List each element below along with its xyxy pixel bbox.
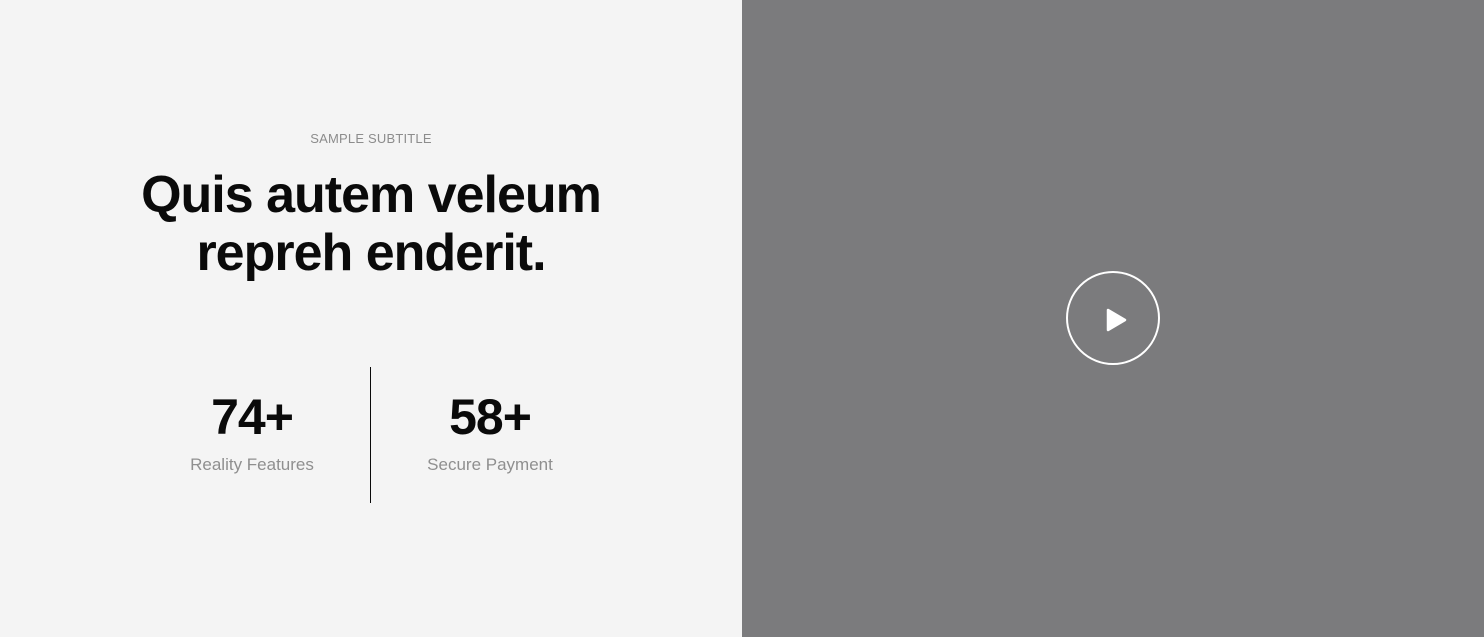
heading-line-2: repreh enderit. [196,224,546,282]
intro-section: SAMPLE SUBTITLE Quis autem veleum repreh… [0,0,742,637]
stat-value: 58+ [449,389,532,445]
heading-line-1: Quis autem veleum [141,166,602,224]
section-subtitle: SAMPLE SUBTITLE [310,131,432,146]
stat-reality-features: 74+ Reality Features [132,389,372,475]
stat-secure-payment: 58+ Secure Payment [370,389,610,475]
stat-value: 74+ [211,389,294,445]
section-heading: Quis autem veleum repreh enderit. [0,166,742,282]
play-video-button[interactable] [1066,271,1160,365]
stat-label: Secure Payment [427,455,553,474]
stats-panel: 74+ Reality Features 58+ Secure Payment [0,367,742,503]
stat-label: Reality Features [190,455,314,474]
page: SAMPLE SUBTITLE Quis autem veleum repreh… [0,0,1484,637]
